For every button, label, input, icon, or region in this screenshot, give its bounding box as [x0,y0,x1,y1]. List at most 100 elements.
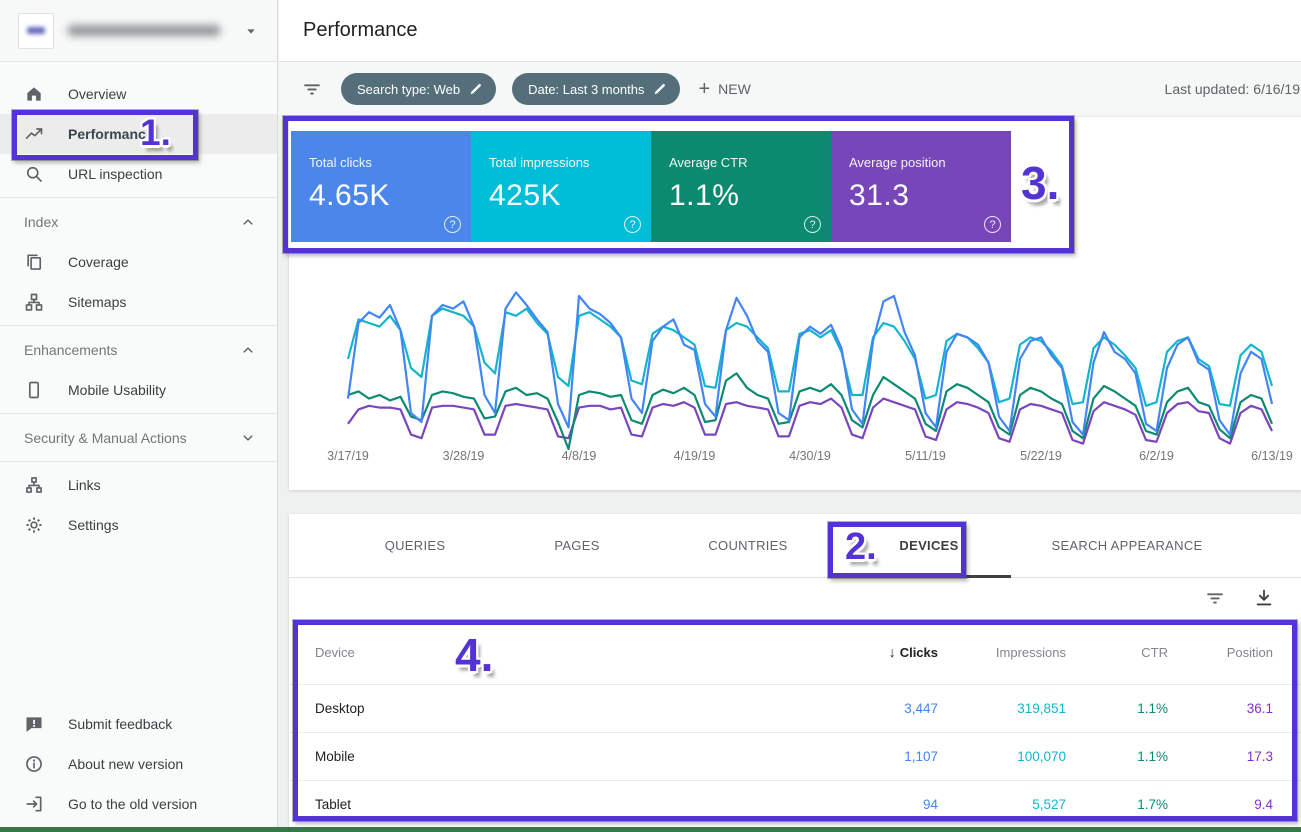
sidebar-item-links[interactable]: Links [0,465,277,505]
tab-search-appearance[interactable]: SEARCH APPEARANCE [1037,514,1217,578]
sidebar-item-go-to-the-old-version[interactable]: Go to the old version [0,784,277,824]
x-axis-tick-label: 3/28/19 [429,449,499,463]
property-logo [18,13,54,49]
cell-position: 17.3 [1168,749,1301,764]
card-label: Average position [849,155,1011,170]
tab-devices[interactable]: DEVICES [839,514,1019,578]
plus-icon: + [698,78,710,101]
x-axis-tick-label: 4/19/19 [660,449,730,463]
sidebar-footer: Submit feedback About new version Go to th… [0,704,277,824]
sidebar-section-label: Security & Manual Actions [24,430,187,446]
tab-countries[interactable]: COUNTRIES [658,514,838,578]
help-icon[interactable]: ? [444,216,461,233]
chevron-down-icon[interactable] [239,429,257,447]
cell-device: Tablet [289,797,788,812]
help-icon[interactable]: ? [624,216,641,233]
performance-icon [24,124,44,144]
column-header-position[interactable]: Position [1168,645,1301,660]
filter-bar: Search type: Web Date: Last 3 months + NE… [279,62,1301,116]
summary-card-total-impressions[interactable]: Total impressions 425K? [471,131,651,242]
home-icon [24,84,44,104]
sidebar-item-about-new-version[interactable]: About new version [0,744,277,784]
download-icon[interactable] [1253,587,1275,609]
x-axis-tick-label: 3/17/19 [313,449,383,463]
sidebar-nav: Overview PerformanceURL inspection IndexCo… [0,62,277,545]
filter-icon[interactable] [301,78,323,100]
column-header-clicks[interactable]: ↓Clicks [788,644,938,660]
sidebar-item-label: Links [68,477,101,493]
tab-queries[interactable]: QUERIES [325,514,505,578]
main-header: Performance [279,0,1301,62]
sidebar-divider [0,325,277,326]
table-row-mobile[interactable]: Mobile1,107100,0701.1%17.3 [289,733,1301,781]
sidebar-divider [0,413,277,414]
sidebar-divider [0,461,277,462]
table-row-tablet[interactable]: Tablet945,5271.7%9.4 [289,781,1301,829]
last-updated-text: Last updated: 6/16/19 [1165,81,1301,97]
dimensions-panel: QUERIESPAGESCOUNTRIESDEVICES SEARCH APPEA… [289,514,1301,832]
property-selector[interactable] [0,0,277,62]
sidebar-item-performance[interactable]: Performance [0,114,277,154]
sidebar-item-mobile-usability[interactable]: Mobile Usability [0,370,277,410]
sidebar-section-security-manual-actions[interactable]: Security & Manual Actions [0,418,277,458]
sidebar-section-enhancements[interactable]: Enhancements [0,330,277,370]
chevron-up-icon[interactable] [239,213,257,231]
chart-line-ctr [348,373,1272,449]
cell-clicks: 94 [788,797,938,812]
cell-device: Mobile [289,749,788,764]
summary-card-total-clicks[interactable]: Total clicks4.65K? [291,131,471,242]
tab-pages[interactable]: PAGES [487,514,667,578]
sidebar-item-label: Sitemaps [68,294,126,310]
devices-table: Device↓Clicks Impressions CTR Position Deskt… [289,620,1301,829]
column-header-ctr[interactable]: CTR [1066,645,1168,660]
sidebar-item-url-inspection[interactable]: URL inspection [0,154,277,194]
links-icon [24,475,44,495]
summary-card-average-ctr[interactable]: Average CTR1.1%? [651,131,831,242]
chevron-up-icon[interactable] [239,341,257,359]
column-header-label: CTR [1141,645,1168,660]
pencil-icon [469,82,483,96]
column-header-device[interactable]: Device [289,645,788,660]
summary-card-average-position[interactable]: Average position31.3? [831,131,1011,242]
sidebar-item-label: Go to the old version [68,796,197,812]
property-domain-blurred [68,25,220,36]
column-header-label: Impressions [996,645,1066,660]
new-filter-button[interactable]: + NEW [698,78,750,101]
table-filter-icon[interactable] [1204,587,1226,609]
card-value: 425K [489,179,651,213]
table-header-row: Device↓Clicks Impressions CTR Position [289,620,1301,685]
column-header-label: Position [1227,645,1273,660]
card-label: Total impressions [489,155,651,170]
cell-position: 36.1 [1168,701,1301,716]
sidebar-item-submit-feedback[interactable]: Submit feedback [0,704,277,744]
page-title: Performance [303,19,418,42]
chart-line-impressions [348,309,1272,406]
feedback-icon [24,714,44,734]
column-header-impressions[interactable]: Impressions [938,645,1066,660]
x-axis-tick-label: 4/8/19 [544,449,614,463]
performance-panel: Total clicks4.65K? Total impressions 425K?… [289,117,1301,490]
filter-chip-search-type-web[interactable]: Search type: Web [341,73,496,105]
table-toolbar [289,578,1301,620]
table-row-desktop[interactable]: Desktop3,447319,8511.1%36.1 [289,685,1301,733]
help-icon[interactable]: ? [984,216,1001,233]
sidebar-item-label: Submit feedback [68,716,172,732]
info-icon [24,754,44,774]
sidebar-item-sitemaps[interactable]: Sitemaps [0,282,277,322]
sidebar-divider [0,197,277,198]
search-icon [24,164,44,184]
sidebar-section-index[interactable]: Index [0,202,277,242]
caret-down-icon[interactable] [243,23,259,39]
sidebar-item-label: Overview [68,86,126,102]
pencil-icon [653,82,667,96]
help-icon[interactable]: ? [804,216,821,233]
sidebar-item-overview[interactable]: Overview [0,74,277,114]
x-axis-tick-label: 6/2/19 [1122,449,1192,463]
card-label: Total clicks [309,155,471,170]
sidebar-item-coverage[interactable]: Coverage [0,242,277,282]
sidebar-item-settings[interactable]: Settings [0,505,277,545]
filter-chip-date-last-3-months[interactable]: Date: Last 3 months [512,73,680,105]
coverage-icon [24,252,44,272]
card-label: Average CTR [669,155,831,170]
x-axis-tick-label: 4/30/19 [775,449,845,463]
